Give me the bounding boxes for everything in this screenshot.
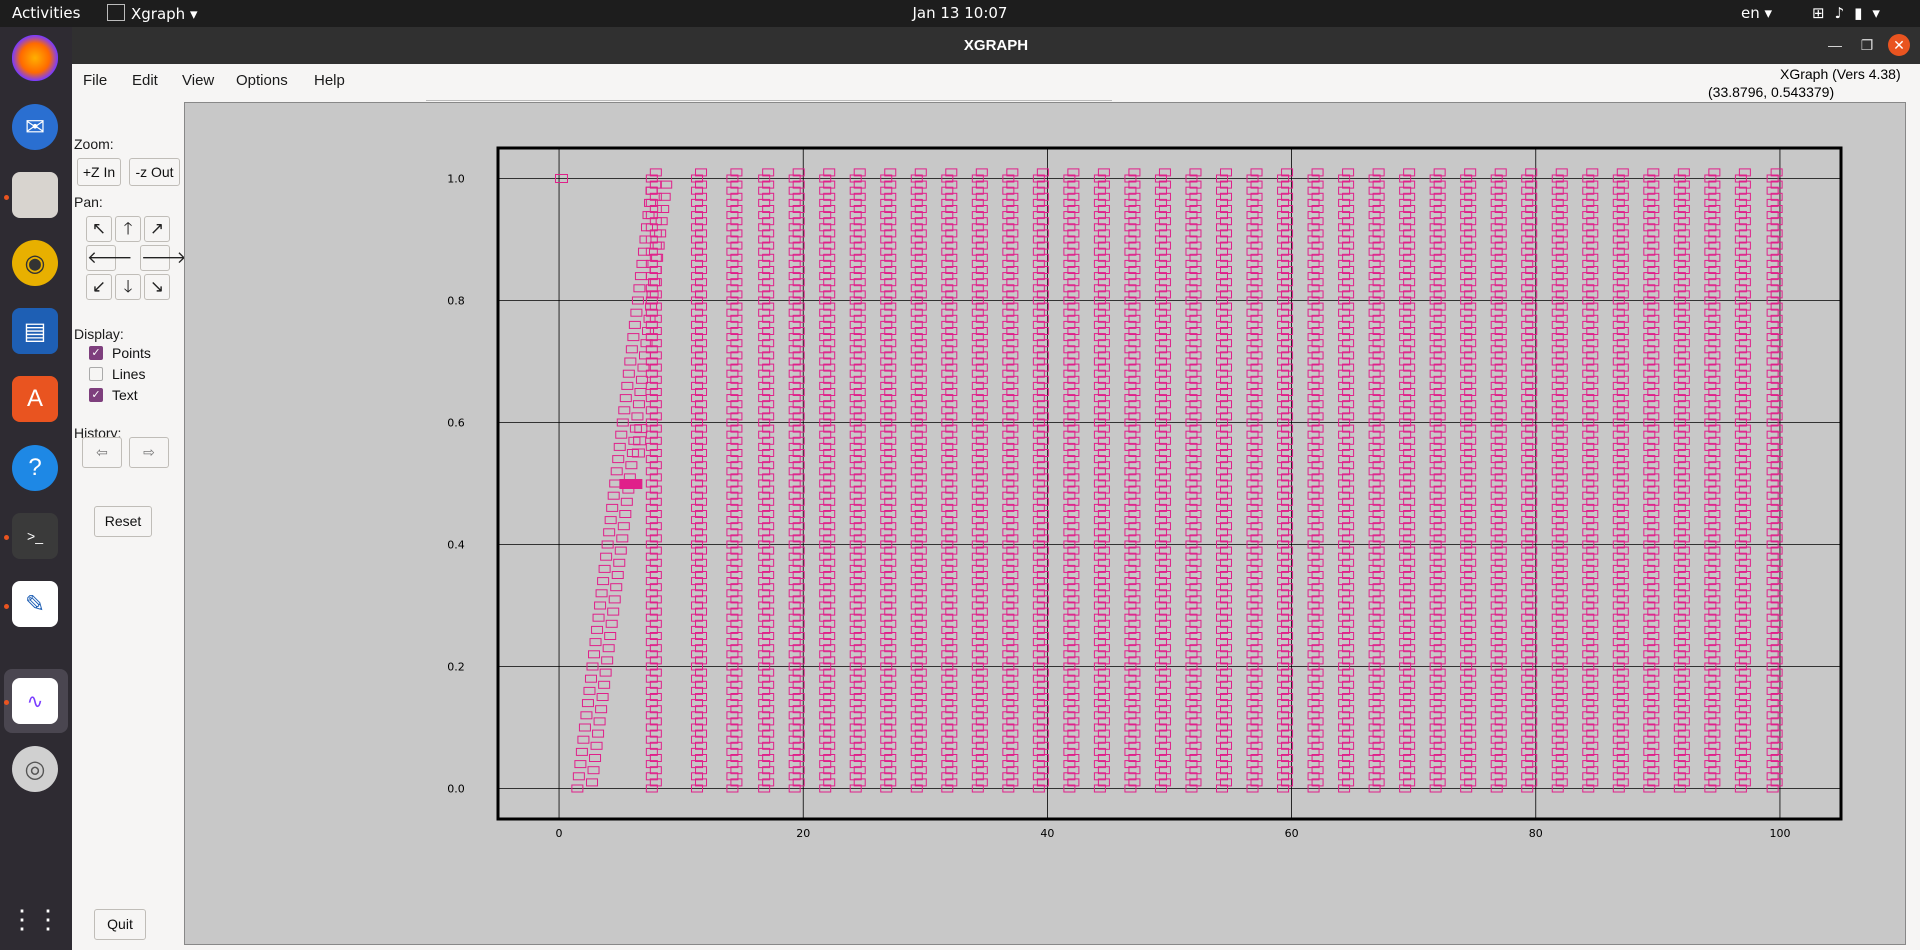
y-tick-label: 0.8 <box>447 295 465 308</box>
data-point <box>591 625 604 634</box>
data-point <box>592 729 605 738</box>
data-point <box>589 754 602 762</box>
data-point <box>603 528 616 537</box>
data-point <box>660 180 673 189</box>
data-points <box>554 168 1783 793</box>
data-point <box>600 552 613 561</box>
data-point <box>577 735 590 744</box>
data-point <box>625 461 638 470</box>
data-point <box>610 467 623 476</box>
data-point <box>614 546 627 555</box>
data-point <box>613 558 626 567</box>
data-point <box>610 583 623 592</box>
data-point <box>616 534 629 543</box>
data-point <box>637 247 650 256</box>
data-point <box>630 308 643 317</box>
data-point <box>589 638 602 647</box>
data-point <box>590 741 603 750</box>
data-point <box>620 497 633 506</box>
data-point <box>618 406 631 415</box>
y-tick-label: 0.2 <box>447 661 465 674</box>
x-tick-label: 60 <box>1285 827 1299 840</box>
data-point <box>604 632 617 640</box>
data-point <box>632 400 645 409</box>
data-point <box>601 656 614 665</box>
data-point <box>607 491 620 500</box>
data-point <box>598 564 611 573</box>
data-point <box>619 394 632 403</box>
data-point <box>587 766 600 775</box>
data-point <box>597 577 610 586</box>
data-point <box>624 357 637 366</box>
data-point <box>595 705 608 714</box>
data-point <box>596 693 609 701</box>
data-point <box>605 619 618 628</box>
data-point <box>628 436 641 445</box>
data-point <box>607 607 620 616</box>
data-point <box>581 699 594 708</box>
x-tick-label: 40 <box>1040 827 1054 840</box>
data-point <box>595 589 608 598</box>
x-tick-label: 20 <box>796 827 810 840</box>
data-point <box>622 369 635 378</box>
data-point <box>575 747 588 756</box>
x-tick-label: 80 <box>1529 827 1543 840</box>
data-point <box>617 522 630 531</box>
data-point <box>613 442 626 451</box>
data-point <box>621 381 634 390</box>
data-point <box>602 644 615 653</box>
data-point <box>609 479 622 488</box>
data-point <box>619 510 632 518</box>
data-point <box>629 424 642 433</box>
data-point <box>578 723 591 732</box>
y-tick-label: 1.0 <box>447 173 465 186</box>
data-point <box>588 650 601 659</box>
data-point <box>639 235 652 244</box>
data-point <box>612 455 625 464</box>
data-point <box>584 674 597 683</box>
data-point <box>615 430 628 439</box>
data-point <box>634 424 648 434</box>
highlighted-point <box>619 479 643 489</box>
x-tick-label: 0 <box>556 827 563 840</box>
data-point <box>592 613 605 622</box>
data-point <box>604 516 617 525</box>
data-point <box>631 412 644 421</box>
data-point <box>580 711 593 720</box>
data-point <box>627 333 640 342</box>
y-tick-label: 0.4 <box>447 539 465 552</box>
y-tick-label: 0.6 <box>447 417 465 430</box>
data-point <box>634 388 647 396</box>
data-point <box>611 571 624 579</box>
data-point <box>608 595 621 604</box>
scatter-chart[interactable]: 0 20 40 60 80 100 0.0 0.2 0.4 0.6 0.8 1.0 <box>0 0 1920 950</box>
data-point <box>583 686 596 695</box>
data-point <box>658 192 671 201</box>
data-point <box>598 680 611 689</box>
data-point <box>606 503 619 512</box>
data-point <box>633 284 646 293</box>
data-point <box>586 778 599 787</box>
y-tick-label: 0.0 <box>447 783 465 796</box>
data-point <box>572 772 585 781</box>
data-point <box>594 601 607 610</box>
data-point <box>628 320 641 329</box>
data-point <box>657 205 670 213</box>
data-point <box>625 345 638 354</box>
data-point <box>599 668 612 677</box>
data-point <box>593 717 606 726</box>
data-point <box>635 375 648 384</box>
data-point <box>574 760 587 769</box>
x-tick-label: 100 <box>1769 827 1790 840</box>
data-point <box>634 272 647 281</box>
